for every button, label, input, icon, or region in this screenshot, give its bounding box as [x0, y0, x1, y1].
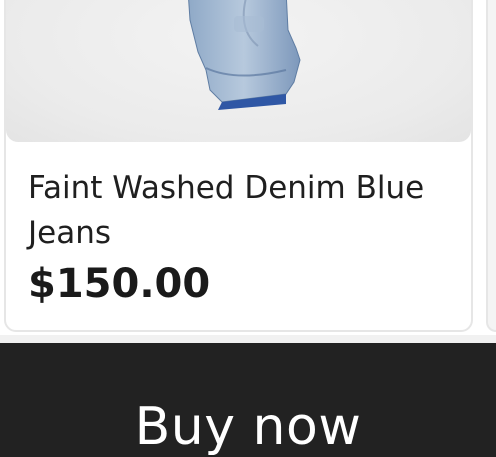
jeans-image-icon — [188, 0, 301, 110]
product-image[interactable] — [6, 0, 471, 142]
section-divider — [0, 335, 496, 343]
buy-now-button[interactable]: Buy now — [0, 343, 496, 457]
product-card[interactable]: Faint Washed Denim Blue Jeans $150.00 — [4, 0, 473, 332]
next-product-card-edge[interactable] — [486, 0, 496, 332]
product-screen: Faint Washed Denim Blue Jeans $150.00 Bu… — [0, 0, 496, 457]
product-title[interactable]: Faint Washed Denim Blue Jeans — [28, 166, 448, 256]
product-price: $150.00 — [28, 261, 211, 307]
buy-now-label: Buy now — [134, 397, 362, 457]
